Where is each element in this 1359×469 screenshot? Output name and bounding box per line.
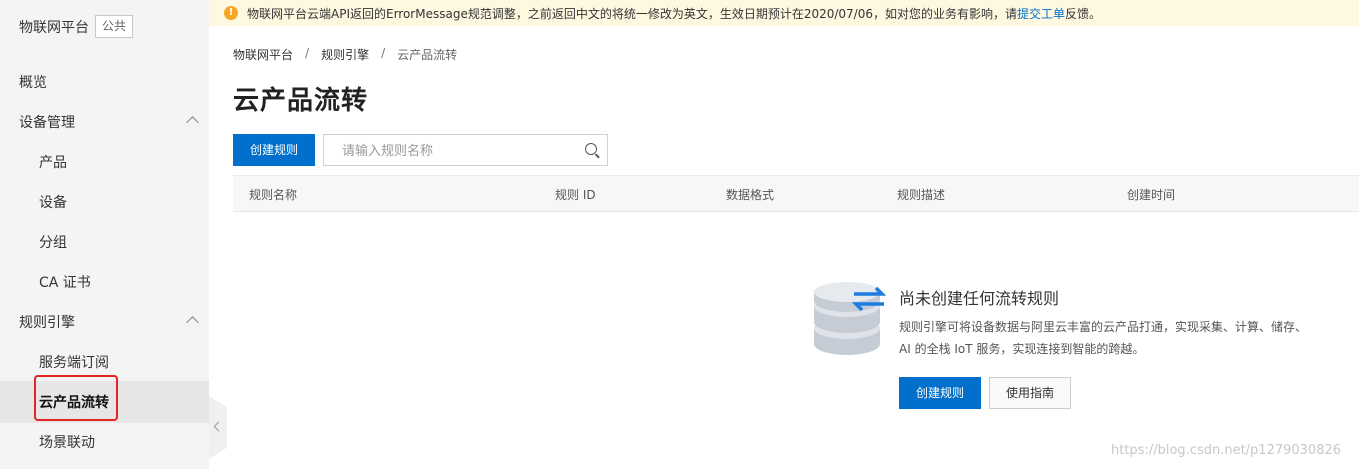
sidebar-item-ca-cert[interactable]: CA 证书 <box>0 263 209 303</box>
sidebar-item-device-management[interactable]: 设备管理 <box>0 103 209 143</box>
sidebar-item-scene-linkage[interactable]: 场景联动 <box>0 423 209 463</box>
empty-state-description: 规则引擎可将设备数据与阿里云丰富的云产品打通，实现采集、计算、储存、AI 的全栈… <box>899 320 1308 356</box>
sidebar-item-label: 规则引擎 <box>19 315 75 331</box>
empty-create-rule-button[interactable]: 创建规则 <box>899 377 981 409</box>
sidebar-header: 物联网平台 公共 <box>19 15 134 38</box>
sidebar-item-label: 服务端订阅 <box>39 355 109 371</box>
sidebar-item-overview[interactable]: 概览 <box>0 63 209 103</box>
chevron-left-icon <box>213 421 224 432</box>
breadcrumb-separator: / <box>305 46 310 60</box>
breadcrumb-separator: / <box>381 46 386 60</box>
warning-icon: ! <box>224 6 238 20</box>
sidebar-item-label: CA 证书 <box>39 275 91 291</box>
sidebar-item-product[interactable]: 产品 <box>0 143 209 183</box>
notice-text: 物联网平台云端API返回的ErrorMessage规范调整，之前返回中文的将统一… <box>247 6 1017 21</box>
search-icon[interactable] <box>585 143 597 155</box>
breadcrumb-item-rule-engine[interactable]: 规则引擎 <box>321 46 369 63</box>
column-header-data-format: 数据格式 <box>726 188 775 202</box>
region-badge[interactable]: 公共 <box>95 15 134 38</box>
column-header-created-time: 创建时间 <box>1127 188 1176 202</box>
sidebar-item-label: 概览 <box>19 75 47 91</box>
notice-text-end: 反馈。 <box>1065 6 1102 21</box>
sidebar-item-group[interactable]: 分组 <box>0 223 209 263</box>
breadcrumb: 物联网平台 / 规则引擎 / 云产品流转 <box>233 46 457 63</box>
breadcrumb-item-iot-platform[interactable]: 物联网平台 <box>233 46 293 63</box>
search-input[interactable] <box>340 136 584 166</box>
sidebar-item-label: 分组 <box>39 235 67 251</box>
sidebar-title: 物联网平台 <box>19 19 89 36</box>
sidebar-item-label: 场景联动 <box>39 435 95 451</box>
sidebar-collapse-toggle[interactable] <box>209 396 227 459</box>
sidebar-item-label: 产品 <box>39 155 67 171</box>
sidebar-item-device[interactable]: 设备 <box>0 183 209 223</box>
breadcrumb-item-current: 云产品流转 <box>397 48 458 62</box>
watermark: https://blog.csdn.net/p1279030826 <box>1111 443 1342 458</box>
page-title: 云产品流转 <box>233 86 369 116</box>
sidebar-item-label: 设备 <box>39 195 67 211</box>
notice-bar: ! 物联网平台云端API返回的ErrorMessage规范调整，之前返回中文的将… <box>209 0 1359 26</box>
sidebar-item-rule-engine[interactable]: 规则引擎 <box>0 303 209 343</box>
sidebar: 物联网平台 公共 概览 设备管理 产品 设备 分组 CA 证书 规则引擎 服务端… <box>0 0 209 469</box>
chevron-up-icon <box>186 316 199 329</box>
search-box <box>323 134 608 166</box>
table-header: 规则名称 规则 ID 数据格式 规则描述 创建时间 <box>233 175 1359 212</box>
empty-state-title: 尚未创建任何流转规则 <box>899 289 1060 308</box>
column-header-rule-description: 规则描述 <box>897 188 946 202</box>
submit-ticket-link[interactable]: 提交工单 <box>1017 5 1065 22</box>
usage-guide-button[interactable]: 使用指南 <box>989 377 1071 409</box>
column-header-rule-name: 规则名称 <box>249 188 298 202</box>
highlight-annotation <box>34 375 118 421</box>
sidebar-item-label: 设备管理 <box>19 115 75 131</box>
database-sync-icon <box>814 282 886 355</box>
create-rule-button[interactable]: 创建规则 <box>233 134 315 166</box>
chevron-up-icon <box>186 116 199 129</box>
column-header-rule-id: 规则 ID <box>555 188 596 202</box>
